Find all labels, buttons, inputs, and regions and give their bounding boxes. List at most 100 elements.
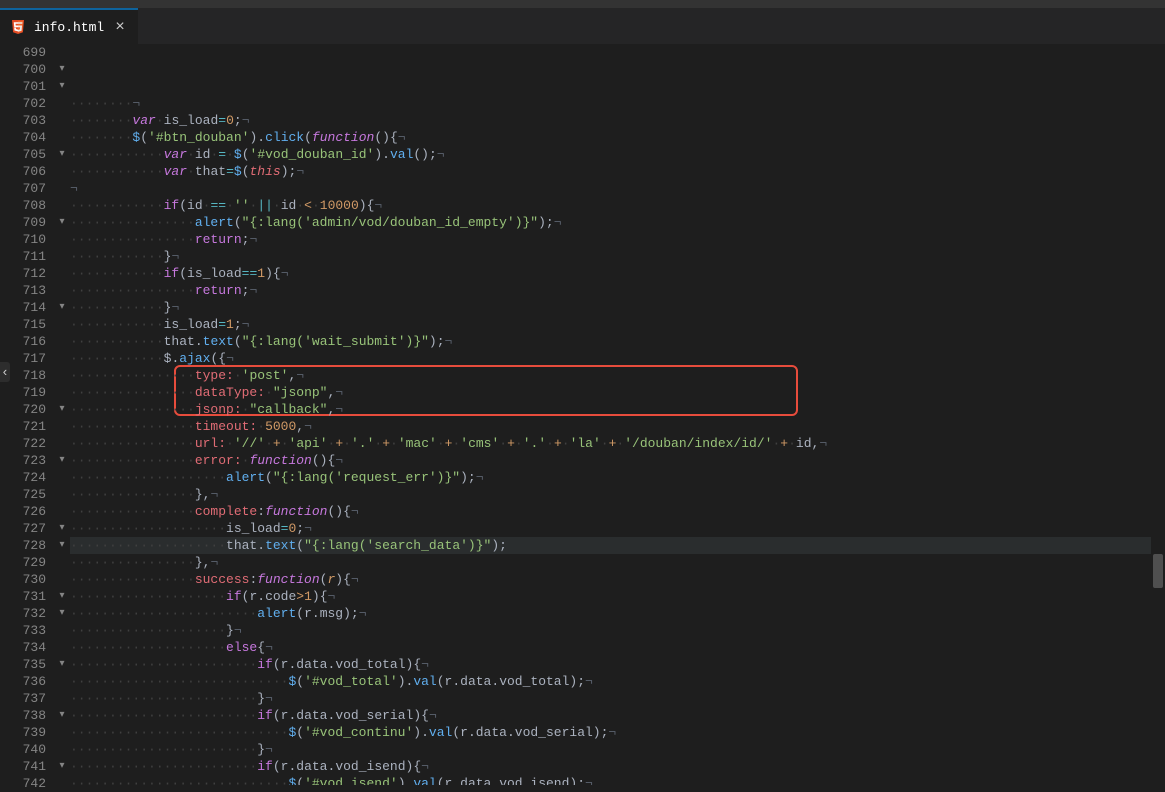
- fold-spacer: [56, 486, 68, 503]
- tab-info-html[interactable]: info.html ×: [0, 8, 138, 44]
- code-line[interactable]: ························if(r.data.vod_se…: [70, 707, 1165, 724]
- code-line[interactable]: ························alert(r.msg);¬: [70, 605, 1165, 622]
- code-line[interactable]: ············}¬: [70, 299, 1165, 316]
- line-number: 709: [0, 214, 46, 231]
- html5-icon: [10, 19, 26, 35]
- code-line[interactable]: ················return;¬: [70, 282, 1165, 299]
- code-line[interactable]: ····················else{¬: [70, 639, 1165, 656]
- fold-spacer: [56, 95, 68, 112]
- code-line[interactable]: ················},¬: [70, 554, 1165, 571]
- code-line[interactable]: ················alert("{:lang('admin/vod…: [70, 214, 1165, 231]
- code-line[interactable]: ············var·id·=·$('#vod_douban_id')…: [70, 146, 1165, 163]
- fold-spacer: [56, 469, 68, 486]
- fold-toggle-icon[interactable]: ▾: [56, 520, 68, 537]
- code-line[interactable]: ················return;¬: [70, 231, 1165, 248]
- code-line[interactable]: ················dataType:·"jsonp",¬: [70, 384, 1165, 401]
- code-line[interactable]: ························if(r.data.vod_to…: [70, 656, 1165, 673]
- line-number: 722: [0, 435, 46, 452]
- code-line[interactable]: ····················if(r.code>1){¬: [70, 588, 1165, 605]
- fold-spacer: [56, 367, 68, 384]
- line-number: 731: [0, 588, 46, 605]
- code-line[interactable]: ¬: [70, 180, 1165, 197]
- fold-spacer: [56, 639, 68, 656]
- fold-spacer: [56, 333, 68, 350]
- code-line[interactable]: ····················}¬: [70, 622, 1165, 639]
- line-number: 712: [0, 265, 46, 282]
- code-line[interactable]: ························if(r.data.vod_is…: [70, 758, 1165, 775]
- code-line[interactable]: ····························$('#vod_isen…: [70, 775, 1165, 785]
- code-line[interactable]: ············var·that=$(this);¬: [70, 163, 1165, 180]
- line-number: 720: [0, 401, 46, 418]
- title-bar: [0, 0, 1165, 8]
- fold-spacer: [56, 248, 68, 265]
- line-number: 738: [0, 707, 46, 724]
- line-number: 733: [0, 622, 46, 639]
- code-line[interactable]: ············$.ajax({¬: [70, 350, 1165, 367]
- line-number: 736: [0, 673, 46, 690]
- line-number: 711: [0, 248, 46, 265]
- fold-spacer: [56, 571, 68, 588]
- code-line[interactable]: ········var·is_load=0;¬: [70, 112, 1165, 129]
- code-line[interactable]: ················jsonp:·"callback",¬: [70, 401, 1165, 418]
- fold-toggle-icon[interactable]: ▾: [56, 758, 68, 775]
- fold-toggle-icon[interactable]: ▾: [56, 299, 68, 316]
- scroll-thumb[interactable]: [1153, 554, 1163, 588]
- fold-spacer: [56, 231, 68, 248]
- vertical-scrollbar[interactable]: [1151, 44, 1165, 785]
- sidebar-toggle-icon[interactable]: ‹: [0, 362, 10, 382]
- line-number: 708: [0, 197, 46, 214]
- fold-toggle-icon[interactable]: ▾: [56, 78, 68, 95]
- code-line[interactable]: ····························$('#vod_cont…: [70, 724, 1165, 741]
- code-area[interactable]: ········¬········var·is_load=0;¬········…: [68, 44, 1165, 785]
- fold-toggle-icon[interactable]: ▾: [56, 146, 68, 163]
- fold-spacer: [56, 129, 68, 146]
- code-line[interactable]: ············that.text("{:lang('wait_subm…: [70, 333, 1165, 350]
- close-icon[interactable]: ×: [112, 18, 128, 36]
- line-number: 735: [0, 656, 46, 673]
- line-number: 742: [0, 775, 46, 792]
- line-number: 700: [0, 61, 46, 78]
- code-line[interactable]: ················success:function(r){¬: [70, 571, 1165, 588]
- fold-toggle-icon[interactable]: ▾: [56, 605, 68, 622]
- fold-toggle-icon[interactable]: ▾: [56, 61, 68, 78]
- line-number: 703: [0, 112, 46, 129]
- line-number: 728: [0, 537, 46, 554]
- fold-spacer: [56, 690, 68, 707]
- code-line[interactable]: ············if(id·==·''·||·id·<·10000){¬: [70, 197, 1165, 214]
- code-line[interactable]: ····················that.text("{:lang('s…: [70, 537, 1165, 554]
- code-line[interactable]: ················url:·'//'·+·'api'·+·'.'·…: [70, 435, 1165, 452]
- code-line[interactable]: ················type:·'post',¬: [70, 367, 1165, 384]
- fold-spacer: [56, 724, 68, 741]
- code-line[interactable]: ························}¬: [70, 690, 1165, 707]
- code-line[interactable]: ················timeout:·5000,¬: [70, 418, 1165, 435]
- fold-toggle-icon[interactable]: ▾: [56, 707, 68, 724]
- code-line[interactable]: ····························$('#vod_tota…: [70, 673, 1165, 690]
- code-line[interactable]: ····················alert("{:lang('reque…: [70, 469, 1165, 486]
- line-number: 702: [0, 95, 46, 112]
- code-line[interactable]: ········$('#btn_douban').click(function(…: [70, 129, 1165, 146]
- fold-toggle-icon[interactable]: ▾: [56, 537, 68, 554]
- fold-toggle-icon[interactable]: ▾: [56, 214, 68, 231]
- code-line[interactable]: ············}¬: [70, 248, 1165, 265]
- fold-spacer: [56, 44, 68, 61]
- line-number: 710: [0, 231, 46, 248]
- fold-toggle-icon[interactable]: ▾: [56, 588, 68, 605]
- fold-spacer: [56, 282, 68, 299]
- fold-spacer: [56, 622, 68, 639]
- line-number: 739: [0, 724, 46, 741]
- code-line[interactable]: ················error:·function(){¬: [70, 452, 1165, 469]
- fold-toggle-icon[interactable]: ▾: [56, 656, 68, 673]
- line-number: 725: [0, 486, 46, 503]
- code-line[interactable]: ········¬: [70, 95, 1165, 112]
- fold-toggle-icon[interactable]: ▾: [56, 401, 68, 418]
- line-number: 714: [0, 299, 46, 316]
- code-line[interactable]: ················complete:function(){¬: [70, 503, 1165, 520]
- code-line[interactable]: ················},¬: [70, 486, 1165, 503]
- code-line[interactable]: ························}¬: [70, 741, 1165, 758]
- line-number: 716: [0, 333, 46, 350]
- code-line[interactable]: ············if(is_load==1){¬: [70, 265, 1165, 282]
- fold-toggle-icon[interactable]: ▾: [56, 452, 68, 469]
- code-line[interactable]: ············is_load=1;¬: [70, 316, 1165, 333]
- code-line[interactable]: ····················is_load=0;¬: [70, 520, 1165, 537]
- line-number: 740: [0, 741, 46, 758]
